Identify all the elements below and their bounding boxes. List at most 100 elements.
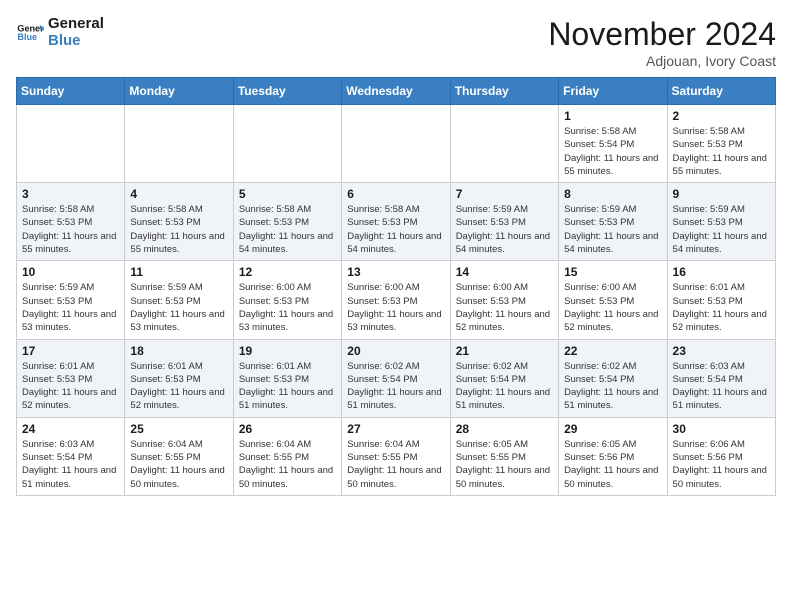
day-info: Sunrise: 5:58 AM Sunset: 5:53 PM Dayligh… [130, 203, 227, 256]
day-number: 19 [239, 344, 336, 358]
calendar-cell: 22 Sunrise: 6:02 AM Sunset: 5:54 PM Dayli… [559, 339, 667, 417]
col-saturday: Saturday [667, 78, 775, 105]
calendar-cell: 23 Sunrise: 6:03 AM Sunset: 5:54 PM Dayli… [667, 339, 775, 417]
day-number: 10 [22, 265, 119, 279]
day-number: 1 [564, 109, 661, 123]
day-number: 20 [347, 344, 444, 358]
day-number: 17 [22, 344, 119, 358]
calendar-table: Sunday Monday Tuesday Wednesday Thursday… [16, 77, 776, 496]
day-info: Sunrise: 5:59 AM Sunset: 5:53 PM Dayligh… [564, 203, 661, 256]
calendar-cell: 5 Sunrise: 5:58 AM Sunset: 5:53 PM Daylig… [233, 183, 341, 261]
calendar-cell: 27 Sunrise: 6:04 AM Sunset: 5:55 PM Dayli… [342, 417, 450, 495]
calendar-cell: 21 Sunrise: 6:02 AM Sunset: 5:54 PM Dayli… [450, 339, 558, 417]
logo-blue: Blue [48, 33, 104, 50]
calendar-cell: 2Sunrise: 5:58 AM Sunset: 5:53 PM Daylig… [667, 105, 775, 183]
calendar-cell: 30Sunrise: 6:06 AM Sunset: 5:56 PM Dayli… [667, 417, 775, 495]
day-number: 28 [456, 422, 553, 436]
logo-icon: General Blue [16, 19, 44, 47]
day-number: 15 [564, 265, 661, 279]
day-info: Sunrise: 6:01 AM Sunset: 5:53 PM Dayligh… [130, 360, 227, 413]
calendar-cell [125, 105, 233, 183]
calendar-header-row: Sunday Monday Tuesday Wednesday Thursday… [17, 78, 776, 105]
day-number: 14 [456, 265, 553, 279]
day-info: Sunrise: 6:01 AM Sunset: 5:53 PM Dayligh… [673, 281, 770, 334]
calendar-cell: 29 Sunrise: 6:05 AM Sunset: 5:56 PM Dayli… [559, 417, 667, 495]
col-sunday: Sunday [17, 78, 125, 105]
col-friday: Friday [559, 78, 667, 105]
day-info: Sunrise: 6:02 AM Sunset: 5:54 PM Dayligh… [347, 360, 444, 413]
day-info: Sunrise: 6:00 AM Sunset: 5:53 PM Dayligh… [456, 281, 553, 334]
day-number: 26 [239, 422, 336, 436]
page-header: General Blue General Blue November 2024 … [16, 16, 776, 69]
calendar-cell: 10 Sunrise: 5:59 AM Sunset: 5:53 PM Dayli… [17, 261, 125, 339]
day-info: Sunrise: 5:59 AM Sunset: 5:53 PM Dayligh… [456, 203, 553, 256]
calendar-cell: 24 Sunrise: 6:03 AM Sunset: 5:54 PM Dayli… [17, 417, 125, 495]
calendar-cell: 4 Sunrise: 5:58 AM Sunset: 5:53 PM Daylig… [125, 183, 233, 261]
calendar-cell: 20 Sunrise: 6:02 AM Sunset: 5:54 PM Dayli… [342, 339, 450, 417]
day-number: 24 [22, 422, 119, 436]
day-info: Sunrise: 5:58 AM Sunset: 5:53 PM Dayligh… [673, 125, 770, 178]
col-monday: Monday [125, 78, 233, 105]
day-info: Sunrise: 6:03 AM Sunset: 5:54 PM Dayligh… [22, 438, 119, 491]
calendar-cell [450, 105, 558, 183]
calendar-cell: 15Sunrise: 6:00 AM Sunset: 5:53 PM Dayli… [559, 261, 667, 339]
day-number: 6 [347, 187, 444, 201]
day-number: 5 [239, 187, 336, 201]
day-info: Sunrise: 6:04 AM Sunset: 5:55 PM Dayligh… [347, 438, 444, 491]
day-info: Sunrise: 6:04 AM Sunset: 5:55 PM Dayligh… [239, 438, 336, 491]
calendar-week-1: 1 Sunrise: 5:58 AM Sunset: 5:54 PM Daylig… [17, 105, 776, 183]
svg-text:Blue: Blue [17, 32, 37, 42]
day-info: Sunrise: 6:02 AM Sunset: 5:54 PM Dayligh… [564, 360, 661, 413]
day-number: 18 [130, 344, 227, 358]
day-number: 25 [130, 422, 227, 436]
calendar-cell: 28 Sunrise: 6:05 AM Sunset: 5:55 PM Dayli… [450, 417, 558, 495]
calendar-cell: 18 Sunrise: 6:01 AM Sunset: 5:53 PM Dayli… [125, 339, 233, 417]
day-number: 9 [673, 187, 770, 201]
day-info: Sunrise: 6:04 AM Sunset: 5:55 PM Dayligh… [130, 438, 227, 491]
day-info: Sunrise: 6:03 AM Sunset: 5:54 PM Dayligh… [673, 360, 770, 413]
day-number: 22 [564, 344, 661, 358]
day-number: 29 [564, 422, 661, 436]
calendar-cell: 17 Sunrise: 6:01 AM Sunset: 5:53 PM Dayli… [17, 339, 125, 417]
day-info: Sunrise: 6:00 AM Sunset: 5:53 PM Dayligh… [347, 281, 444, 334]
day-info: Sunrise: 5:59 AM Sunset: 5:53 PM Dayligh… [130, 281, 227, 334]
day-info: Sunrise: 5:58 AM Sunset: 5:53 PM Dayligh… [22, 203, 119, 256]
day-number: 21 [456, 344, 553, 358]
calendar-cell: 7 Sunrise: 5:59 AM Sunset: 5:53 PM Daylig… [450, 183, 558, 261]
day-info: Sunrise: 5:58 AM Sunset: 5:53 PM Dayligh… [239, 203, 336, 256]
day-number: 3 [22, 187, 119, 201]
day-number: 27 [347, 422, 444, 436]
day-number: 11 [130, 265, 227, 279]
col-tuesday: Tuesday [233, 78, 341, 105]
day-number: 16 [673, 265, 770, 279]
calendar-cell [342, 105, 450, 183]
calendar-cell: 11 Sunrise: 5:59 AM Sunset: 5:53 PM Dayli… [125, 261, 233, 339]
logo: General Blue General Blue [16, 16, 104, 49]
calendar-cell [233, 105, 341, 183]
calendar-week-3: 10 Sunrise: 5:59 AM Sunset: 5:53 PM Dayli… [17, 261, 776, 339]
calendar-cell: 14 Sunrise: 6:00 AM Sunset: 5:53 PM Dayli… [450, 261, 558, 339]
calendar-cell: 1 Sunrise: 5:58 AM Sunset: 5:54 PM Daylig… [559, 105, 667, 183]
calendar-cell: 25 Sunrise: 6:04 AM Sunset: 5:55 PM Dayli… [125, 417, 233, 495]
day-info: Sunrise: 6:05 AM Sunset: 5:55 PM Dayligh… [456, 438, 553, 491]
day-info: Sunrise: 6:02 AM Sunset: 5:54 PM Dayligh… [456, 360, 553, 413]
day-info: Sunrise: 5:58 AM Sunset: 5:54 PM Dayligh… [564, 125, 661, 178]
calendar-week-4: 17 Sunrise: 6:01 AM Sunset: 5:53 PM Dayli… [17, 339, 776, 417]
calendar-cell: 12Sunrise: 6:00 AM Sunset: 5:53 PM Dayli… [233, 261, 341, 339]
day-number: 7 [456, 187, 553, 201]
calendar-cell: 26 Sunrise: 6:04 AM Sunset: 5:55 PM Dayli… [233, 417, 341, 495]
day-info: Sunrise: 6:05 AM Sunset: 5:56 PM Dayligh… [564, 438, 661, 491]
day-number: 23 [673, 344, 770, 358]
day-number: 12 [239, 265, 336, 279]
day-info: Sunrise: 6:01 AM Sunset: 5:53 PM Dayligh… [22, 360, 119, 413]
day-number: 4 [130, 187, 227, 201]
day-info: Sunrise: 6:01 AM Sunset: 5:53 PM Dayligh… [239, 360, 336, 413]
calendar-cell: 13Sunrise: 6:00 AM Sunset: 5:53 PM Dayli… [342, 261, 450, 339]
day-info: Sunrise: 5:58 AM Sunset: 5:53 PM Dayligh… [347, 203, 444, 256]
calendar-cell: 6 Sunrise: 5:58 AM Sunset: 5:53 PM Daylig… [342, 183, 450, 261]
title-block: November 2024 Adjouan, Ivory Coast [548, 16, 776, 69]
day-info: Sunrise: 5:59 AM Sunset: 5:53 PM Dayligh… [22, 281, 119, 334]
calendar-cell: 19 Sunrise: 6:01 AM Sunset: 5:53 PM Dayli… [233, 339, 341, 417]
calendar-week-5: 24 Sunrise: 6:03 AM Sunset: 5:54 PM Dayli… [17, 417, 776, 495]
col-wednesday: Wednesday [342, 78, 450, 105]
